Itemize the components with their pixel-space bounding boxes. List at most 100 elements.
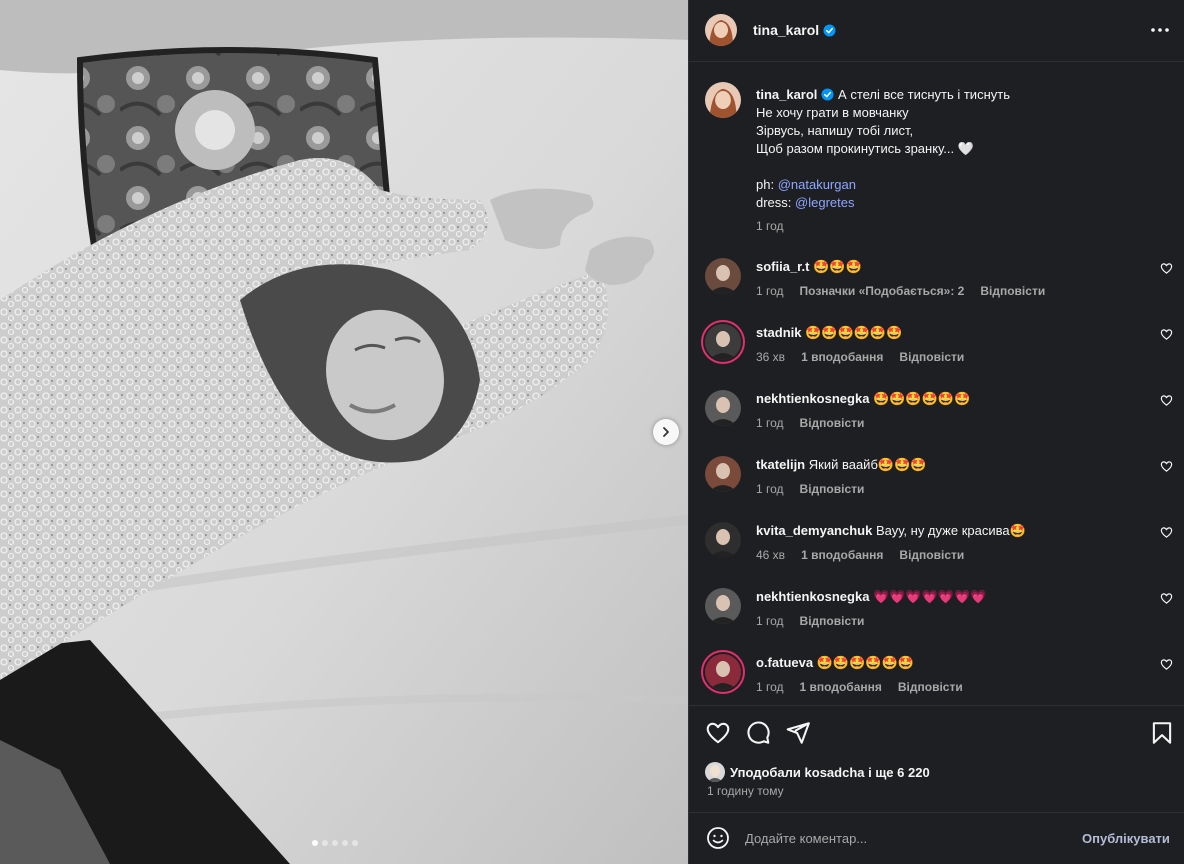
post-sidebar: tina_karol tina_karol А стелі все тиснут…	[689, 0, 1184, 864]
avatar-image	[705, 588, 741, 624]
author-avatar[interactable]	[705, 14, 737, 46]
publish-comment-button[interactable]: Опублікувати	[1082, 831, 1170, 846]
commenter-username[interactable]: o.fatueva	[756, 655, 813, 670]
avatar-image	[705, 654, 741, 690]
heart-icon	[1160, 263, 1173, 274]
heart-icon	[706, 722, 730, 744]
comment-text-line: sofiia_r.t 🤩🤩🤩	[756, 258, 862, 276]
comment-time[interactable]: 1 год	[756, 482, 784, 496]
liker-avatar	[705, 762, 725, 782]
more-options-icon	[1151, 28, 1169, 32]
carousel-dot	[332, 840, 338, 846]
comment-time[interactable]: 1 год	[756, 284, 784, 298]
like-button[interactable]	[705, 720, 731, 746]
comment-time[interactable]: 1 год	[756, 416, 784, 430]
comment-likes[interactable]: 1 вподобання	[800, 680, 882, 694]
commenter-avatar[interactable]	[705, 324, 741, 360]
author-username[interactable]: tina_karol	[753, 22, 836, 38]
comment-text-line: tkatelijn Який ваайб🤩🤩🤩	[756, 456, 926, 474]
reply-button[interactable]: Відповісти	[800, 416, 865, 430]
commenter-username[interactable]: tkatelijn	[756, 457, 805, 472]
commenter-username[interactable]: nekhtienkosnegka	[756, 589, 869, 604]
comment-time[interactable]: 36 хв	[756, 350, 785, 364]
commenter-username[interactable]: nekhtienkosnegka	[756, 391, 869, 406]
comment-meta: 1 год Відповісти	[756, 614, 880, 628]
comment-text: 🤩🤩🤩🤩🤩🤩	[816, 655, 914, 670]
caption-author-username[interactable]: tina_karol	[756, 87, 817, 102]
comment-meta: 46 хв 1 вподобання Відповісти	[756, 548, 980, 562]
save-button[interactable]	[1149, 720, 1175, 746]
comment-text: Який ваайб🤩🤩🤩	[808, 457, 927, 472]
commenter-avatar[interactable]	[705, 258, 741, 294]
comment-time[interactable]: 46 хв	[756, 548, 785, 562]
commenter-avatar[interactable]	[705, 654, 741, 690]
comment-item: o.fatueva 🤩🤩🤩🤩🤩🤩 1 год 1 вподобання Відпові…	[689, 654, 1184, 704]
share-button[interactable]	[785, 720, 811, 746]
comment-likes[interactable]: 1 вподобання	[801, 350, 883, 364]
carousel-dot	[342, 840, 348, 846]
comment-text: 🤩🤩🤩	[813, 259, 862, 274]
comment-text: 🤩🤩🤩🤩🤩🤩	[805, 325, 903, 340]
commenter-username[interactable]: kvita_demyanchuk	[756, 523, 872, 538]
post-actions	[689, 705, 1184, 757]
comment-time[interactable]: 1 год	[756, 614, 784, 628]
reply-button[interactable]: Відповісти	[899, 350, 964, 364]
likes-count-text[interactable]: Уподобали kosadcha і ще 6 220	[730, 765, 930, 780]
comment-like-button[interactable]	[1160, 658, 1174, 672]
dress-mention-link[interactable]: @legretes	[795, 195, 854, 210]
avatar-image	[705, 82, 741, 118]
reply-button[interactable]: Відповісти	[800, 482, 865, 496]
comment-like-button[interactable]	[1160, 526, 1174, 540]
comment-like-button[interactable]	[1160, 460, 1174, 474]
comment-likes[interactable]: 1 вподобання	[801, 548, 883, 562]
heart-icon	[1160, 527, 1173, 538]
caption-timestamp[interactable]: 1 год	[756, 219, 784, 233]
comment-like-button[interactable]	[1160, 394, 1174, 408]
avatar-image	[705, 14, 737, 46]
emoji-picker-button[interactable]	[706, 826, 730, 850]
credit-label: ph:	[756, 177, 775, 192]
post-timestamp[interactable]: 1 годину тому	[707, 784, 784, 798]
comment-text-line: nekhtienkosnegka 🤩🤩🤩🤩🤩🤩	[756, 390, 970, 408]
commenter-avatar[interactable]	[705, 390, 741, 426]
bookmark-icon	[1152, 722, 1172, 744]
comment-meta: 1 год Відповісти	[756, 416, 880, 430]
reply-button[interactable]: Відповісти	[898, 680, 963, 694]
commenter-avatar[interactable]	[705, 456, 741, 492]
commenter-avatar[interactable]	[705, 522, 741, 558]
comment-item: nekhtienkosnegka 🤩🤩🤩🤩🤩🤩 1 год Відповісти	[689, 390, 1184, 440]
post-photo[interactable]	[0, 0, 688, 864]
comment-time[interactable]: 1 год	[756, 680, 784, 694]
reply-button[interactable]: Відповісти	[899, 548, 964, 562]
comment-icon	[747, 721, 770, 744]
carousel-indicator	[312, 840, 358, 846]
caption-author-avatar[interactable]	[705, 82, 741, 118]
commenter-username[interactable]: stadnik	[756, 325, 802, 340]
commenter-avatar[interactable]	[705, 588, 741, 624]
add-comment-bar: Опублікувати	[689, 812, 1184, 864]
comment-like-button[interactable]	[1160, 592, 1174, 606]
reply-button[interactable]: Відповісти	[800, 614, 865, 628]
comment-likes[interactable]: Позначки «Подобається»: 2	[800, 284, 965, 298]
likes-summary[interactable]: Уподобали kosadcha і ще 6 220	[705, 762, 930, 782]
comment-like-button[interactable]	[1160, 328, 1174, 342]
caption-line-text: А стелі все тиснуть і тиснуть	[838, 87, 1010, 102]
reply-button[interactable]: Відповісти	[980, 284, 1045, 298]
photographer-mention-link[interactable]: @natakurgan	[778, 177, 856, 192]
next-slide-button[interactable]	[653, 419, 679, 445]
heart-icon	[1160, 593, 1173, 604]
comment-item: kvita_demyanchuk Вауу, ну дуже красива🤩 4…	[689, 522, 1184, 572]
carousel-dot	[352, 840, 358, 846]
author-username-text[interactable]: tina_karol	[753, 22, 819, 38]
chevron-right-icon	[663, 427, 669, 437]
verified-badge-icon	[823, 24, 836, 37]
more-options-button[interactable]	[1149, 20, 1171, 40]
post-image	[0, 0, 688, 864]
comment-text: 🤩🤩🤩🤩🤩🤩	[873, 391, 971, 406]
comment-like-button[interactable]	[1160, 262, 1174, 276]
comment-input[interactable]	[745, 827, 1065, 849]
caption-line: Щоб разом прокинутись зранку... 🤍	[756, 141, 974, 156]
comment-button[interactable]	[745, 720, 771, 746]
commenter-username[interactable]: sofiia_r.t	[756, 259, 809, 274]
